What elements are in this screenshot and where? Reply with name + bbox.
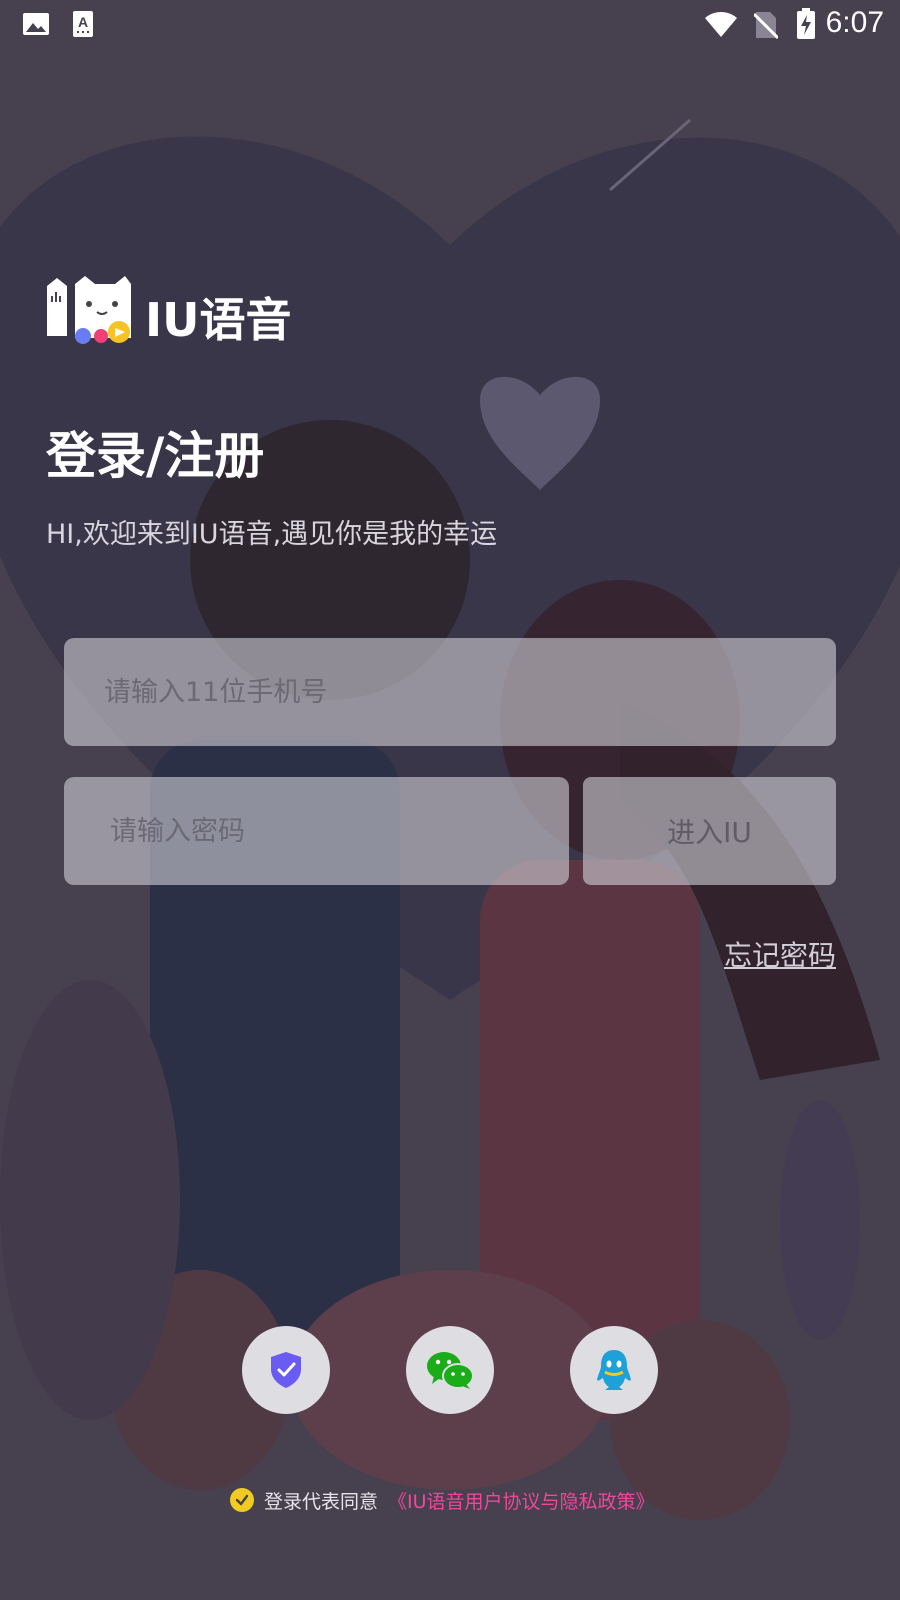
welcome-subtitle: HI,欢迎来到IU语音,遇见你是我的幸运 — [46, 519, 498, 550]
keyboard-a-icon: A — [73, 11, 93, 37]
policy-link[interactable]: 《IU语音用户协议与隐私政策》 — [388, 1487, 655, 1514]
wechat-login-button[interactable] — [406, 1326, 494, 1414]
agreement-row: 登录代表同意 《IU语音用户协议与隐私政策》 — [230, 1486, 655, 1514]
shield-check-icon — [271, 1352, 301, 1388]
forgot-password-link[interactable]: 忘记密码 — [724, 934, 836, 974]
wifi-icon — [705, 12, 737, 37]
app-logo — [47, 276, 131, 344]
no-sim-icon — [754, 12, 778, 40]
page-title: 登录/注册 — [46, 427, 265, 485]
app-name: IU语音 — [145, 293, 292, 347]
wechat-icon — [427, 1352, 474, 1389]
enter-button[interactable]: 进入IU — [583, 777, 836, 885]
status-bar: A 6:07 — [0, 0, 900, 50]
battery-charging-icon — [797, 8, 815, 39]
phone-input[interactable] — [64, 638, 836, 746]
svg-text:A: A — [78, 14, 88, 30]
status-time: 6:07 — [825, 6, 884, 39]
qq-icon — [597, 1350, 631, 1390]
image-icon — [23, 13, 49, 35]
verify-login-button[interactable] — [242, 1326, 330, 1414]
agreement-prefix: 登录代表同意 — [264, 1490, 379, 1513]
check-icon — [235, 1494, 249, 1506]
agreement-checkbox[interactable] — [230, 1488, 254, 1512]
password-input[interactable] — [64, 777, 569, 885]
qq-login-button[interactable] — [570, 1326, 658, 1414]
